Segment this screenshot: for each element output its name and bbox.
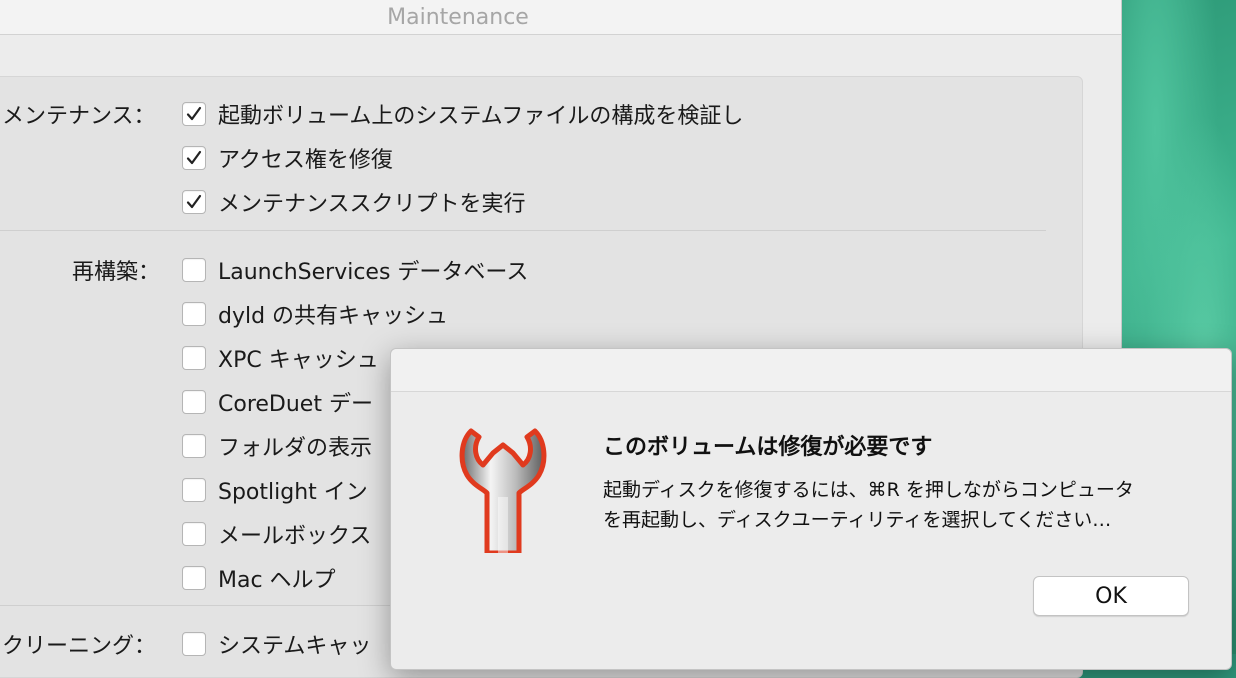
checkbox-row-coreduet[interactable]: CoreDuet デー (182, 386, 373, 418)
checkbox-row-run-scripts[interactable]: メンテナンススクリプトを実行 (182, 186, 526, 218)
checkbox-unchecked[interactable] (182, 302, 206, 326)
alert-titlebar (391, 349, 1231, 392)
checkbox-row-repair-permissions[interactable]: アクセス権を修復 (182, 142, 393, 174)
alert-title: このボリュームは修復が必要です (603, 435, 933, 460)
rebuild-section-label: 再構築： (72, 260, 161, 285)
checkbox-label: dyld の共有キャッシュ (218, 304, 449, 329)
checkbox-checked[interactable] (182, 146, 206, 170)
checkbox-unchecked[interactable] (182, 390, 206, 414)
checkbox-row-launchservices[interactable]: LaunchServices データベース (182, 254, 528, 286)
checkbox-row-mac-help[interactable]: Mac ヘルプ (182, 562, 336, 594)
checkbox-unchecked[interactable] (182, 346, 206, 370)
checkbox-row-dyld-cache[interactable]: dyld の共有キャッシュ (182, 298, 448, 330)
checkbox-unchecked[interactable] (182, 434, 206, 458)
cleaning-section-label: クリーニング： (2, 634, 157, 659)
checkbox-label: メールボックス (218, 524, 372, 549)
checkbox-label: メンテナンススクリプトを実行 (218, 192, 526, 217)
checkbox-checked[interactable] (182, 190, 206, 214)
checkbox-label: CoreDuet デー (218, 392, 373, 417)
checkbox-unchecked[interactable] (182, 478, 206, 502)
window-title: Maintenance (387, 4, 529, 30)
checkbox-checked[interactable] (182, 102, 206, 126)
window-titlebar: Maintenance (0, 0, 1121, 35)
checkbox-label: Spotlight イン (218, 480, 368, 505)
checkbox-label: LaunchServices データベース (218, 260, 529, 285)
checkbox-unchecked[interactable] (182, 566, 206, 590)
checkbox-unchecked[interactable] (182, 522, 206, 546)
checkbox-row-folder-view[interactable]: フォルダの表示 (182, 430, 372, 462)
checkmark-icon (186, 106, 202, 121)
repair-required-alert: このボリュームは修復が必要です 起動ディスクを修復するには、⌘R を押しながらコ… (390, 348, 1232, 670)
alert-message-line: を再起動し、ディスクユーティリティを選択してください… (603, 509, 1112, 531)
checkbox-label: 起動ボリューム上のシステムファイルの構成を検証し (218, 104, 744, 129)
alert-message-line: 起動ディスクを修復するには、⌘R を押しながらコンピュータ (603, 479, 1134, 501)
checkbox-row-verify-system-files[interactable]: 起動ボリューム上のシステムファイルの構成を検証し (182, 98, 743, 130)
checkbox-row-mailbox[interactable]: メールボックス (182, 518, 371, 550)
alert-message: 起動ディスクを修復するには、⌘R を押しながらコンピュータ を再起動し、ディスク… (603, 475, 1203, 535)
section-divider (0, 230, 1046, 231)
checkbox-label: アクセス権を修復 (218, 148, 393, 173)
checkbox-label: フォルダの表示 (218, 436, 373, 461)
maintenance-section-label: メンテナンス： (2, 104, 156, 129)
ok-button[interactable]: OK (1033, 576, 1189, 616)
checkmark-icon (186, 150, 202, 165)
checkbox-unchecked[interactable] (182, 632, 206, 656)
checkbox-label: XPC キャッシュ (218, 348, 379, 373)
wrench-icon (459, 428, 547, 553)
checkbox-label: システムキャッ (218, 634, 372, 659)
checkmark-icon (186, 194, 202, 209)
checkbox-row-xpc-cache[interactable]: XPC キャッシュ (182, 342, 379, 374)
checkbox-label: Mac ヘルプ (218, 568, 336, 593)
checkbox-row-spotlight[interactable]: Spotlight イン (182, 474, 368, 506)
checkbox-row-system-cache[interactable]: システムキャッ (182, 628, 371, 660)
checkbox-unchecked[interactable] (182, 258, 206, 282)
